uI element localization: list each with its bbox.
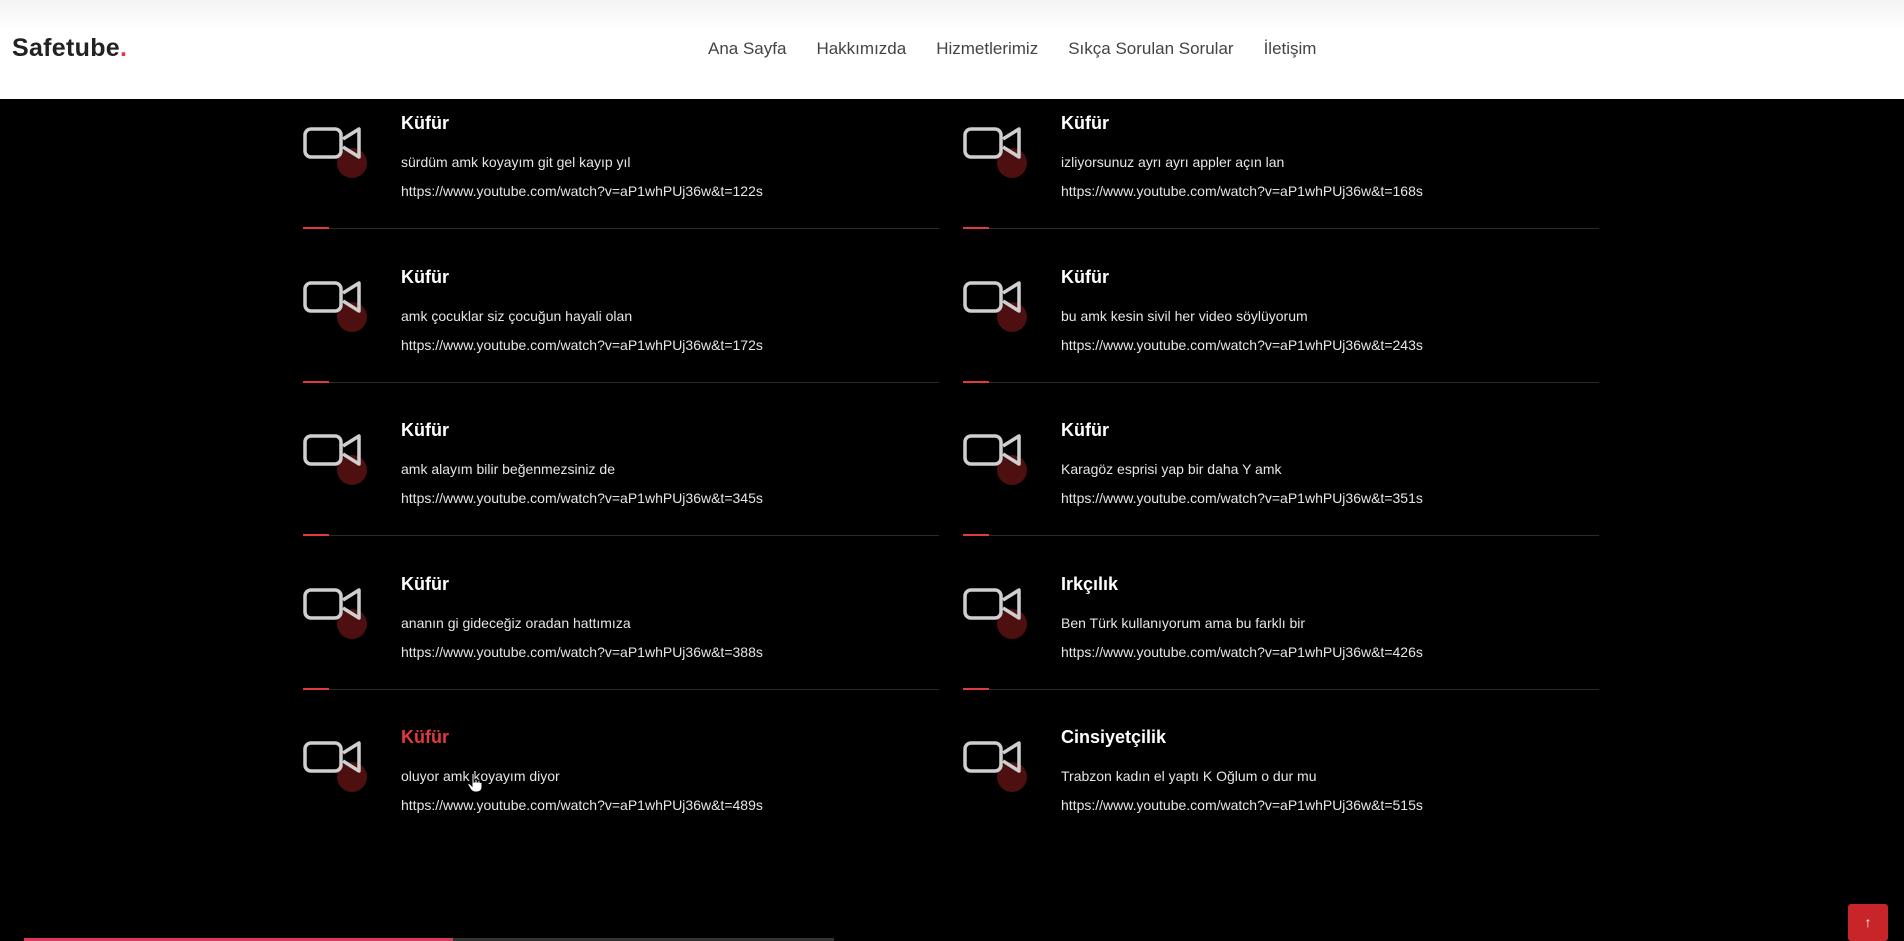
video-camera-icon [303,737,373,797]
video-camera-icon [963,277,1033,337]
result-item: Irkçılık Ben Türk kullanıyorum ama bu fa… [963,560,1599,714]
logo-text: Safetube [12,34,120,62]
result-title[interactable]: Küfür [1061,267,1109,288]
result-title[interactable]: Irkçılık [1061,574,1118,595]
result-title[interactable]: Küfür [401,420,449,441]
result-item: Küfür Karagöz esprisi yap bir daha Y amk… [963,406,1599,560]
item-divider [303,534,939,536]
result-title[interactable]: Küfür [1061,113,1109,134]
result-description: Karagöz esprisi yap bir daha Y amk [1061,461,1282,477]
result-title[interactable]: Cinsiyetçilik [1061,727,1166,748]
result-link[interactable]: https://www.youtube.com/watch?v=aP1whPUj… [401,183,763,199]
item-divider [963,381,1599,383]
nav-about[interactable]: Hakkımızda [816,39,906,59]
result-item: Cinsiyetçilik Trabzon kadın el yaptı K O… [963,713,1599,867]
item-divider [963,227,1599,229]
result-description: Ben Türk kullanıyorum ama bu farklı bir [1061,615,1306,631]
result-description: amk çocuklar siz çocuğun hayali olan [401,308,633,324]
video-camera-icon [303,430,373,490]
video-camera-icon [963,430,1033,490]
result-item: Küfür ananın gi gideceğiz oradan hattımı… [303,560,939,714]
result-link[interactable]: https://www.youtube.com/watch?v=aP1whPUj… [401,490,763,506]
video-camera-icon [303,584,373,644]
result-link[interactable]: https://www.youtube.com/watch?v=aP1whPUj… [401,797,763,813]
result-item: Küfür izliyorsunuz ayrı ayrı appler açın… [963,99,1599,253]
item-divider [963,534,1599,536]
result-item: Küfür amk çocuklar siz çocuğun hayali ol… [303,253,939,407]
nav-contact[interactable]: İletişim [1264,39,1317,59]
back-to-top-button[interactable]: ↑ [1848,904,1888,941]
result-link[interactable]: https://www.youtube.com/watch?v=aP1whPUj… [1061,183,1423,199]
logo-dot: . [119,34,128,62]
item-divider [303,227,939,229]
video-camera-icon [963,584,1033,644]
result-description: amk alayım bilir beğenmezsiniz de [401,461,615,477]
item-divider [963,688,1599,690]
result-item: Küfür amk alayım bilir beğenmezsiniz de … [303,406,939,560]
nav-services[interactable]: Hizmetlerimiz [936,39,1038,59]
video-camera-icon [963,123,1033,183]
result-link[interactable]: https://www.youtube.com/watch?v=aP1whPUj… [1061,337,1423,353]
result-description: izliyorsunuz ayrı ayrı appler açın lan [1061,154,1285,170]
video-camera-icon [303,123,373,183]
item-divider [303,688,939,690]
result-description: Trabzon kadın el yaptı K Oğlum o dur mu [1061,768,1317,784]
result-title[interactable]: Küfür [401,113,449,134]
video-camera-icon [963,737,1033,797]
hand-cursor-icon [467,773,483,793]
site-header: Safetube. Ana Sayfa Hakkımızda Hizmetler… [0,0,1904,99]
result-description: ananın gi gideceğiz oradan hattımıza [401,615,631,631]
result-link[interactable]: https://www.youtube.com/watch?v=aP1whPUj… [1061,797,1423,813]
site-logo[interactable]: Safetube. [12,34,127,63]
result-item: Küfür sürdüm amk koyayım git gel kayıp y… [303,99,939,253]
result-title[interactable]: Küfür [401,727,449,748]
nav-home[interactable]: Ana Sayfa [708,39,786,59]
video-camera-icon [303,277,373,337]
result-title[interactable]: Küfür [401,267,449,288]
result-item: Küfür bu amk kesin sivil her video söylü… [963,253,1599,407]
result-description: bu amk kesin sivil her video söylüyorum [1061,308,1308,324]
nav-faq[interactable]: Sıkça Sorulan Sorular [1068,39,1233,59]
result-link[interactable]: https://www.youtube.com/watch?v=aP1whPUj… [401,337,763,353]
result-item: Küfür oluyor amk koyayım diyor https://w… [303,713,939,867]
result-link[interactable]: https://www.youtube.com/watch?v=aP1whPUj… [401,644,763,660]
result-link[interactable]: https://www.youtube.com/watch?v=aP1whPUj… [1061,490,1423,506]
item-divider [303,381,939,383]
result-title[interactable]: Küfür [401,574,449,595]
main-nav: Ana Sayfa Hakkımızda Hizmetlerimiz Sıkça… [708,39,1346,59]
result-link[interactable]: https://www.youtube.com/watch?v=aP1whPUj… [1061,644,1423,660]
result-title[interactable]: Küfür [1061,420,1109,441]
result-description: sürdüm amk koyayım git gel kayıp yıl [401,154,631,170]
